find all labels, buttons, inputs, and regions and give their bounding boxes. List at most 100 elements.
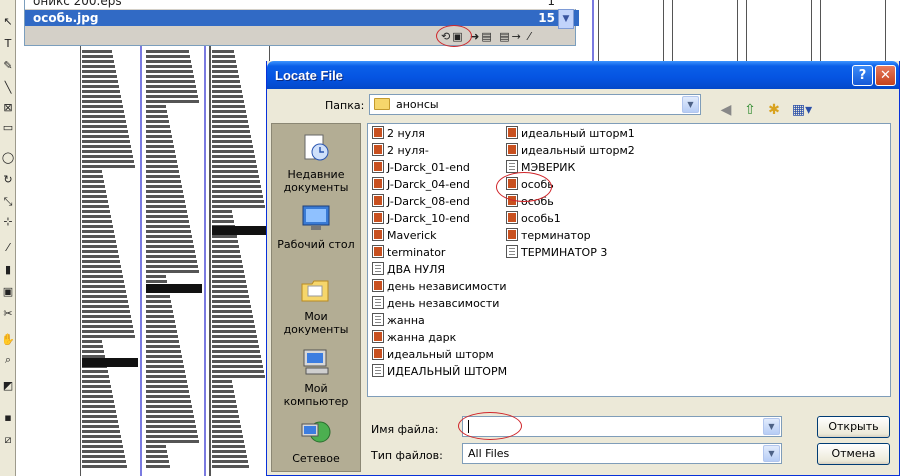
zoom-tool-icon[interactable]: ⌕ [1,352,15,368]
places-bar: Недавние документы Рабочий стол Мои доку… [271,123,361,472]
file-item[interactable]: ИДЕАЛЬНЫЙ ШТОРМ [372,364,507,380]
file-item[interactable]: ТЕРМИНАТОР 3 [506,245,607,261]
file-item[interactable]: J-Darck_08-end [372,194,470,210]
file-item[interactable]: день незавсимости [372,296,499,312]
scale-tool-icon[interactable]: ⤡ [1,194,15,210]
new-folder-icon[interactable]: ✱ [763,100,785,122]
file-item[interactable]: идеальный шторм1 [506,126,635,142]
pen-tool-icon[interactable]: ✎ [1,58,15,74]
column-guide [140,0,142,476]
link-page-number: 15 [538,11,555,25]
gradient-tool-icon[interactable]: ▮ [1,262,15,278]
my-documents-icon [301,280,329,302]
quark-document-icon [372,194,384,207]
filename-input[interactable]: ▼ [462,416,782,437]
file-item[interactable]: 2 нуля- [372,143,429,159]
quark-document-icon [506,177,518,190]
place-recent[interactable]: Недавние документы [272,132,360,194]
fill-stroke-icon[interactable]: ◩ [1,378,15,394]
quark-document-icon [372,211,384,224]
file-item[interactable]: особь [506,194,554,210]
place-desktop[interactable]: Рабочий стол [272,202,360,251]
file-item[interactable]: Maverick [372,228,437,244]
quark-document-icon [372,245,384,258]
button-tool-icon[interactable]: ▣ [1,284,15,300]
place-my-computer[interactable]: Мой компьютер [272,346,360,408]
chevron-down-icon[interactable]: ▼ [763,418,780,435]
update-link-icon[interactable]: ▤→ [499,30,523,43]
lookin-combo[interactable]: анонсы ▼ [369,94,701,115]
hand-tool-icon[interactable]: ✋ [1,332,15,348]
filetype-select[interactable]: All Files ▼ [462,443,782,464]
quark-document-icon [372,330,384,343]
file-item[interactable]: идеальный шторм [372,347,494,363]
dialog-titlebar[interactable]: Locate File ? ✕ [267,61,899,89]
file-name: МЭВЕРИК [521,161,576,174]
frame-tool-icon[interactable]: ⊠ [1,100,15,116]
quark-document-icon [372,126,384,139]
file-item[interactable]: особь1 [506,211,561,227]
file-item[interactable]: J-Darck_01-end [372,160,470,176]
file-item[interactable]: terminator [372,245,445,261]
back-icon[interactable]: ◀ [715,100,737,122]
file-list[interactable]: 2 нуля 2 нуля- J-Darck_01-end J-Darck_04-en… [367,123,891,397]
rotate-tool-icon[interactable]: ↻ [1,172,15,188]
file-item[interactable]: идеальный шторм2 [506,143,635,159]
file-name: J-Darck_10-end [387,212,470,225]
links-row-selected[interactable]: особь.jpg 15 [25,10,579,26]
file-item[interactable]: ДВА НУЛЯ [372,262,445,278]
file-name: ДВА НУЛЯ [387,263,446,276]
quark-document-icon [372,143,384,156]
lookin-label: Папка: [325,99,365,112]
file-name: J-Darck_01-end [387,161,470,174]
chevron-down-icon[interactable]: ▼ [763,445,780,462]
ellipse-tool-icon[interactable]: ◯ [1,150,15,166]
file-item[interactable]: J-Darck_10-end [372,211,470,227]
folder-icon [374,98,390,110]
file-name: особь [521,195,554,208]
line-tool-icon[interactable]: ╲ [1,80,15,96]
apply-none-icon[interactable]: ⧄ [1,432,15,448]
help-button[interactable]: ? [852,65,873,86]
direct-select-tool-icon[interactable]: ↖ [1,14,15,30]
file-name: ИДЕАЛЬНЫЙ ШТОРМ [387,365,508,378]
file-name: идеальный шторм [387,348,494,361]
links-toolbar: ⟲▣ ➜▤ ▤→ ⁄ [441,30,573,45]
scroll-down-icon[interactable]: ▼ [558,9,574,29]
file-name: 2 нуля- [387,144,429,157]
file-item[interactable]: жанна [372,313,425,329]
file-item[interactable]: J-Darck_04-end [372,177,470,193]
shear-tool-icon[interactable]: ⊹ [1,214,15,230]
file-item[interactable]: 2 нуля [372,126,425,142]
file-name: J-Darck_04-end [387,178,470,191]
apply-color-icon[interactable]: ▪ [1,410,15,426]
text-document-icon [506,160,518,173]
file-item[interactable]: день независимости [372,279,507,295]
view-menu-icon[interactable]: ▦▾ [787,100,817,122]
cancel-button[interactable]: Отмена [817,443,890,465]
place-network[interactable]: Сетевое [272,416,360,465]
file-item[interactable]: МЭВЕРИК [506,160,575,176]
scissors-tool-icon[interactable]: ✂ [1,306,15,322]
relink-icon[interactable]: ⟲▣ [441,30,465,43]
close-button[interactable]: ✕ [875,65,896,86]
edit-original-icon[interactable]: ⁄ [528,30,532,43]
recent-documents-icon [304,134,329,161]
text-caret [468,420,469,433]
file-item[interactable]: жанна дарк [372,330,456,346]
network-icon [301,421,331,443]
links-row[interactable]: оникс 200.eps 1 [25,0,579,9]
chevron-down-icon[interactable]: ▼ [682,96,699,113]
up-folder-icon[interactable]: ⇧ [739,100,761,122]
page-spread-right-b [672,0,738,62]
file-item[interactable]: терминатор [506,228,591,244]
file-name: жанна дарк [387,331,457,344]
goto-link-icon[interactable]: ➜▤ [470,30,494,43]
file-item[interactable]: особь [506,177,554,193]
filename-label: Имя файла: [371,423,439,436]
rectangle-tool-icon[interactable]: ▭ [1,120,15,136]
type-tool-icon[interactable]: T [1,36,15,52]
eyedropper-tool-icon[interactable]: ⁄ [1,240,15,256]
place-my-documents[interactable]: Мои документы [272,274,360,336]
open-button[interactable]: Открыть [817,416,890,438]
